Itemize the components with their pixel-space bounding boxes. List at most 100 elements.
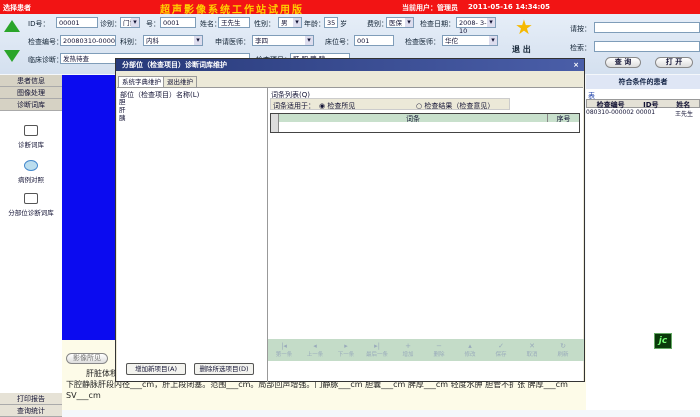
- exam-no-label: 检查编号：: [28, 38, 63, 46]
- row-indicator: [271, 122, 279, 132]
- number-input[interactable]: 0001: [160, 17, 196, 28]
- tool-case-compare[interactable]: 病例对照: [0, 160, 62, 184]
- dept-select[interactable]: 内科: [143, 35, 203, 46]
- list-item[interactable]: 胆: [119, 98, 126, 106]
- list-item[interactable]: 肝: [119, 106, 126, 114]
- sex-select[interactable]: 男: [278, 17, 302, 28]
- exit-person-icon[interactable]: ★: [513, 16, 535, 38]
- radio-findings[interactable]: ◉ 检查所见: [319, 101, 355, 111]
- tab-dictionary[interactable]: 系统字典维护: [118, 76, 165, 87]
- tab-exit-maintenance[interactable]: 退出维护: [163, 76, 197, 87]
- nav-add[interactable]: + 增加: [394, 342, 422, 358]
- date-picker[interactable]: 2008- 3-10: [456, 17, 496, 35]
- sidebar: 患者信息 图像处理 诊断词库 诊断词库 病例对照 分部位诊断词库 打印报告 查询…: [0, 75, 62, 417]
- sidebar-tab-image-processing[interactable]: 图像处理: [0, 87, 62, 99]
- diagnosis-label: 临床诊断：: [28, 56, 63, 64]
- exam-no-input[interactable]: 20080310-000002: [60, 35, 116, 46]
- sidebar-tab-patient-info[interactable]: 患者信息: [0, 75, 62, 87]
- radio-conclusion[interactable]: ○ 检查结果（检查意见）: [416, 101, 494, 111]
- age-label: 年龄：: [304, 20, 325, 28]
- image-findings-button[interactable]: 影像所见: [66, 353, 108, 364]
- terms-grid[interactable]: 词条 序号: [270, 113, 580, 133]
- terms-panel: 词条列表(Q) 词条适用于： ◉ 检查所见 ○ 检查结果（检查意见） 词条 序号: [267, 88, 583, 382]
- results-header: 检查编号 ID号 姓名: [586, 99, 700, 109]
- col-term[interactable]: 词条: [279, 114, 547, 123]
- query-button[interactable]: 查 询: [605, 57, 641, 68]
- tool-label: 分部位诊断词库: [8, 209, 54, 217]
- nav-next[interactable]: ▸ 下一条: [332, 342, 360, 358]
- parts-label: 部位（检查项目）名称(L): [120, 91, 200, 99]
- search-label: 检索：: [570, 44, 591, 52]
- table-row[interactable]: 20080310-000002 00001 王先生: [586, 109, 700, 118]
- id-label: ID号：: [28, 20, 50, 28]
- col-order[interactable]: 序号: [547, 114, 579, 123]
- nav-last[interactable]: ▸| 最后一条: [363, 342, 391, 358]
- exam-doctor-select[interactable]: 华佗: [442, 35, 498, 46]
- record-navigator: |◂ 第一条 ◂ 上一条 ▸ 下一条 ▸| 最后一条 + 增加 − 删除 ▴ 修改 ✓ 保存 ✕…: [268, 339, 584, 361]
- req-doctor-label: 申请医师：: [215, 38, 250, 46]
- search-input[interactable]: [594, 41, 700, 52]
- print-report-button[interactable]: 打印报告: [0, 393, 62, 405]
- open-button[interactable]: 打 开: [655, 57, 693, 68]
- patient-results-panel: 符合条件的患者 表 检查编号 ID号 姓名 20080310-000002 00…: [586, 75, 700, 410]
- image-viewport[interactable]: [62, 75, 116, 340]
- tool-diagnosis-lexicon[interactable]: 诊断词库: [0, 125, 62, 149]
- close-icon[interactable]: ×: [573, 59, 579, 71]
- nav-save[interactable]: ✓ 保存: [487, 342, 515, 358]
- number-label: 号：: [146, 20, 160, 28]
- title-bar: 选择患者 超声影像系统工作站试用版 当前用户：管理员 2011-05-16 14…: [0, 0, 700, 16]
- nav-cancel[interactable]: ✕ 取消: [518, 342, 546, 358]
- id-input[interactable]: 00001: [56, 17, 98, 28]
- age-unit: 岁: [340, 20, 347, 28]
- dialog-title-bar: 分部位（检查项目）诊断词库维护 ×: [116, 59, 584, 71]
- cell-exam-no: 20080310-000002: [586, 109, 634, 116]
- date-label: 检查日期：: [420, 20, 455, 28]
- applies-group: 词条适用于： ◉ 检查所见 ○ 检查结果（检查意见）: [270, 98, 510, 110]
- request-label: 请按：: [570, 25, 591, 33]
- age-input[interactable]: 35: [324, 17, 338, 28]
- col-name[interactable]: 姓名: [668, 100, 699, 109]
- applies-label: 词条适用于：: [273, 102, 315, 110]
- up-arrow-icon[interactable]: [4, 20, 20, 32]
- statistics-button[interactable]: 查询统计: [0, 405, 62, 417]
- down-arrow-icon[interactable]: [4, 50, 20, 62]
- parts-list[interactable]: 胆 肝 胰: [119, 98, 126, 122]
- visit-type-label: 诊别：: [100, 20, 121, 28]
- select-patient-link[interactable]: 选择患者: [3, 3, 31, 13]
- sex-label: 性别：: [254, 20, 275, 28]
- grid-header: 词条 序号: [271, 114, 579, 123]
- tab-panel: 部位（检查项目）名称(L) 胆 肝 胰 词条列表(Q) 词条适用于： ◉ 检查所…: [117, 87, 583, 382]
- radio-label: 检查所见: [327, 102, 356, 110]
- nav-delete[interactable]: − 删除: [425, 342, 453, 358]
- list-item[interactable]: 胰: [119, 114, 126, 122]
- sidebar-tab-diagnosis-lexicon[interactable]: 诊断词库: [0, 99, 62, 111]
- dialog-title: 分部位（检查项目）诊断词库维护: [122, 61, 227, 69]
- book-icon: [24, 125, 38, 136]
- tool-label: 诊断词库: [18, 141, 44, 149]
- bed-label: 床位号：: [325, 38, 353, 46]
- head-icon: [24, 160, 38, 171]
- delete-item-button[interactable]: 删除所选项目(D): [194, 363, 254, 375]
- request-input[interactable]: [594, 22, 700, 33]
- exit-button[interactable]: 退 出: [512, 44, 531, 55]
- results-title: 符合条件的患者: [586, 75, 700, 89]
- tool-part-lexicon[interactable]: 分部位诊断词库: [0, 193, 62, 217]
- cell-id: 00001: [636, 109, 656, 116]
- exam-doctor-label: 检查医师：: [405, 38, 440, 46]
- col-id[interactable]: ID号: [634, 100, 667, 109]
- name-input[interactable]: 王先生: [218, 17, 250, 28]
- fee-select[interactable]: 医保: [386, 17, 414, 28]
- jc-badge: jc: [654, 333, 672, 349]
- add-item-button[interactable]: 增加新项目(A): [126, 363, 186, 375]
- visit-type-select[interactable]: 门诊: [120, 17, 140, 28]
- tool-label: 病例对照: [18, 176, 44, 184]
- nav-prev[interactable]: ◂ 上一条: [301, 342, 329, 358]
- book-icon: [24, 193, 38, 204]
- col-exam-no[interactable]: 检查编号: [587, 100, 634, 109]
- bed-input[interactable]: 001: [354, 35, 394, 46]
- req-doctor-select[interactable]: 李四: [252, 35, 314, 46]
- nav-first[interactable]: |◂ 第一条: [270, 342, 298, 358]
- datetime: 2011-05-16 14:34:05: [468, 3, 551, 11]
- nav-refresh[interactable]: ↻ 刷新: [549, 342, 577, 358]
- nav-edit[interactable]: ▴ 修改: [456, 342, 484, 358]
